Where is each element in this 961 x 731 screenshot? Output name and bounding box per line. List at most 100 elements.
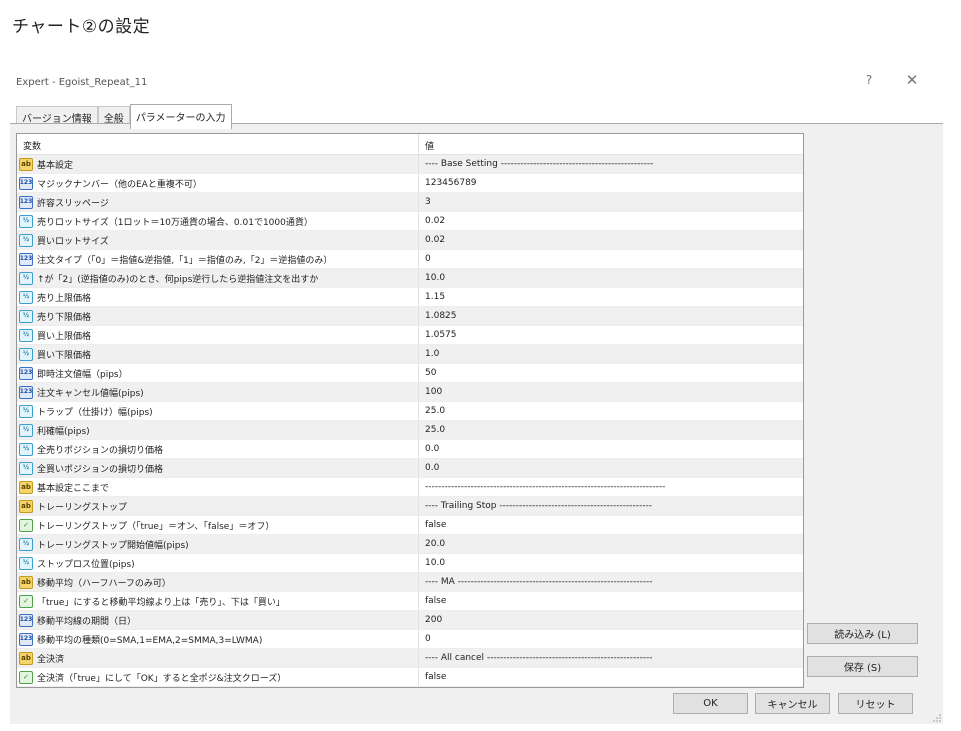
table-row[interactable]: ½ 売り上限価格 1.15 — [17, 288, 803, 307]
table-row[interactable]: ✓ 全決済（「true」にして「OK」すると全ポジ&注文クローズ） false — [17, 668, 803, 687]
parameter-name-cell: ½ トレーリングストップ開始値幅(pips) — [17, 535, 419, 553]
parameter-name: 全買いポジションの損切り価格 — [37, 464, 164, 475]
parameter-value[interactable]: ---- All cancel ------------------------… — [419, 649, 803, 667]
table-row[interactable]: ✓ 「true」にすると移動平均線より上は「売り」、下は「買い」 false — [17, 592, 803, 611]
parameter-name: 移動平均（ハーフハーフのみ可） — [37, 578, 171, 589]
table-row[interactable]: ½ 売り下限価格 1.0825 — [17, 307, 803, 326]
help-button[interactable]: ? — [861, 73, 877, 87]
parameter-value[interactable]: 0 — [419, 630, 803, 648]
ok-button[interactable]: OK — [673, 693, 748, 714]
parameter-name: 注文タイプ（「0」＝指値&逆指値,「1」＝指値のみ,「2」＝逆指値のみ） — [37, 255, 333, 266]
parameter-name-cell: ½ 全売りポジションの損切り価格 — [17, 440, 419, 458]
parameter-value[interactable]: false — [419, 668, 803, 686]
parameter-value[interactable]: 10.0 — [419, 269, 803, 287]
save-button[interactable]: 保存 (S) — [807, 656, 918, 677]
parameter-value[interactable]: 25.0 — [419, 421, 803, 439]
table-row[interactable]: ½ トラップ（仕掛け）幅(pips) 25.0 — [17, 402, 803, 421]
table-row[interactable]: 123 移動平均線の期間（日） 200 — [17, 611, 803, 630]
parameter-value[interactable]: 10.0 — [419, 554, 803, 572]
parameter-name: 「true」にすると移動平均線より上は「売り」、下は「買い」 — [37, 597, 285, 608]
parameter-name-cell: ½ ↑が「2」(逆指値のみ)のとき、何pips逆行したら逆指値注文を出すか — [17, 269, 419, 287]
table-row[interactable]: ½ トレーリングストップ開始値幅(pips) 20.0 — [17, 535, 803, 554]
table-row[interactable]: ½ 全買いポジションの損切り価格 0.0 — [17, 459, 803, 478]
integer-type-icon: 123 — [19, 613, 33, 627]
parameter-value[interactable]: 25.0 — [419, 402, 803, 420]
table-row[interactable]: ½ 売りロットサイズ（1ロット＝10万通貨の場合、0.01で1000通貨） 0.02 — [17, 212, 803, 231]
table-row[interactable]: 123 マジックナンバー（他のEAと重複不可） 123456789 — [17, 174, 803, 193]
reset-button[interactable]: リセット — [838, 693, 913, 714]
table-row[interactable]: ½ 買い下限価格 1.0 — [17, 345, 803, 364]
table-row[interactable]: ab 基本設定ここまで ------------------------------… — [17, 478, 803, 497]
table-row[interactable]: ½ 利確幅(pips) 25.0 — [17, 421, 803, 440]
string-type-icon: ab — [19, 157, 33, 171]
cancel-button[interactable]: キャンセル — [755, 693, 830, 714]
parameter-value[interactable]: ---- Base Setting ----------------------… — [419, 155, 803, 173]
parameter-value[interactable]: false — [419, 592, 803, 610]
parameter-value[interactable]: 0 — [419, 250, 803, 268]
parameter-name-cell: ½ トラップ（仕掛け）幅(pips) — [17, 402, 419, 420]
parameter-value[interactable]: 200 — [419, 611, 803, 629]
parameter-value[interactable]: 0.02 — [419, 231, 803, 249]
table-row[interactable]: 123 即時注文値幅（pips） 50 — [17, 364, 803, 383]
parameter-name: 基本設定ここまで — [37, 483, 110, 494]
table-row[interactable]: ab 基本設定 ---- Base Setting ----------------… — [17, 155, 803, 174]
double-type-icon: ½ — [19, 233, 33, 247]
parameter-name: 全決済（「true」にして「OK」すると全ポジ&注文クローズ） — [37, 673, 287, 684]
column-header-value[interactable]: 値 — [419, 134, 803, 154]
resize-grip-icon[interactable] — [933, 714, 941, 722]
parameter-name-cell: ✓ トレーリングストップ（「true」＝オン、「false」＝オフ） — [17, 516, 419, 534]
parameter-name: 注文キャンセル値幅(pips) — [37, 388, 144, 399]
parameter-value[interactable]: false — [419, 516, 803, 534]
parameter-value[interactable]: ---- Trailing Stop ---------------------… — [419, 497, 803, 515]
tab-content: 変数 値 ab 基本設定 ---- Base Setting -----------… — [10, 123, 943, 724]
parameter-value[interactable]: 123456789 — [419, 174, 803, 192]
parameter-name: 売り下限価格 — [37, 312, 92, 323]
parameter-name-cell: ½ 利確幅(pips) — [17, 421, 419, 439]
boolean-type-icon: ✓ — [19, 594, 33, 608]
parameter-name-cell: ✓ 全決済（「true」にして「OK」すると全ポジ&注文クローズ） — [17, 668, 419, 686]
table-row[interactable]: 123 移動平均の種類(0=SMA,1=EMA,2=SMMA,3=LWMA) 0 — [17, 630, 803, 649]
parameter-name: 全売りポジションの損切り価格 — [37, 445, 164, 456]
table-row[interactable]: ½ 買い上限価格 1.0575 — [17, 326, 803, 345]
parameter-name: トレーリングストップ開始値幅(pips) — [37, 540, 189, 551]
table-row[interactable]: 123 注文キャンセル値幅(pips) 100 — [17, 383, 803, 402]
parameter-value[interactable]: 1.15 — [419, 288, 803, 306]
table-row[interactable]: ab 全決済 ---- All cancel -------------------… — [17, 649, 803, 668]
parameters-table: 変数 値 ab 基本設定 ---- Base Setting -----------… — [16, 133, 804, 688]
table-row[interactable]: ½ 買いロットサイズ 0.02 — [17, 231, 803, 250]
parameter-value[interactable]: 0.0 — [419, 440, 803, 458]
parameter-name: 買いロットサイズ — [37, 236, 109, 247]
parameter-value[interactable]: 100 — [419, 383, 803, 401]
table-row[interactable]: ab 移動平均（ハーフハーフのみ可） ---- MA ---------------… — [17, 573, 803, 592]
double-type-icon: ½ — [19, 290, 33, 304]
parameter-value[interactable]: 50 — [419, 364, 803, 382]
double-type-icon: ½ — [19, 442, 33, 456]
parameter-name: 許容スリッページ — [37, 198, 109, 209]
parameter-value[interactable]: 1.0575 — [419, 326, 803, 344]
parameter-value[interactable]: 1.0825 — [419, 307, 803, 325]
parameter-name: 利確幅(pips) — [37, 426, 90, 437]
table-row[interactable]: 123 許容スリッページ 3 — [17, 193, 803, 212]
table-row[interactable]: ½ ↑が「2」(逆指値のみ)のとき、何pips逆行したら逆指値注文を出すか 10.0 — [17, 269, 803, 288]
table-row[interactable]: 123 注文タイプ（「0」＝指値&逆指値,「1」＝指値のみ,「2」＝逆指値のみ） 0 — [17, 250, 803, 269]
column-header-variable[interactable]: 変数 — [17, 134, 419, 154]
table-row[interactable]: ½ 全売りポジションの損切り価格 0.0 — [17, 440, 803, 459]
load-button[interactable]: 読み込み (L) — [807, 623, 918, 644]
table-row[interactable]: ab トレーリングストップ ---- Trailing Stop ---------… — [17, 497, 803, 516]
parameter-name: 売り上限価格 — [37, 293, 92, 304]
parameter-name: 即時注文値幅（pips） — [37, 369, 128, 380]
parameter-value[interactable]: ---- MA --------------------------------… — [419, 573, 803, 591]
parameter-value[interactable]: 1.0 — [419, 345, 803, 363]
parameter-value[interactable]: ----------------------------------------… — [419, 478, 803, 496]
integer-type-icon: 123 — [19, 176, 33, 190]
parameter-value[interactable]: 20.0 — [419, 535, 803, 553]
string-type-icon: ab — [19, 480, 33, 494]
close-button[interactable]: ✕ — [904, 71, 920, 89]
parameter-value[interactable]: 0.02 — [419, 212, 803, 230]
parameter-value[interactable]: 0.0 — [419, 459, 803, 477]
tab-input-parameters[interactable]: パラメーターの入力 — [129, 104, 232, 129]
page-title: チャート②の設定 — [12, 17, 151, 37]
table-row[interactable]: ✓ トレーリングストップ（「true」＝オン、「false」＝オフ） false — [17, 516, 803, 535]
table-row[interactable]: ½ ストップロス位置(pips) 10.0 — [17, 554, 803, 573]
parameter-value[interactable]: 3 — [419, 193, 803, 211]
